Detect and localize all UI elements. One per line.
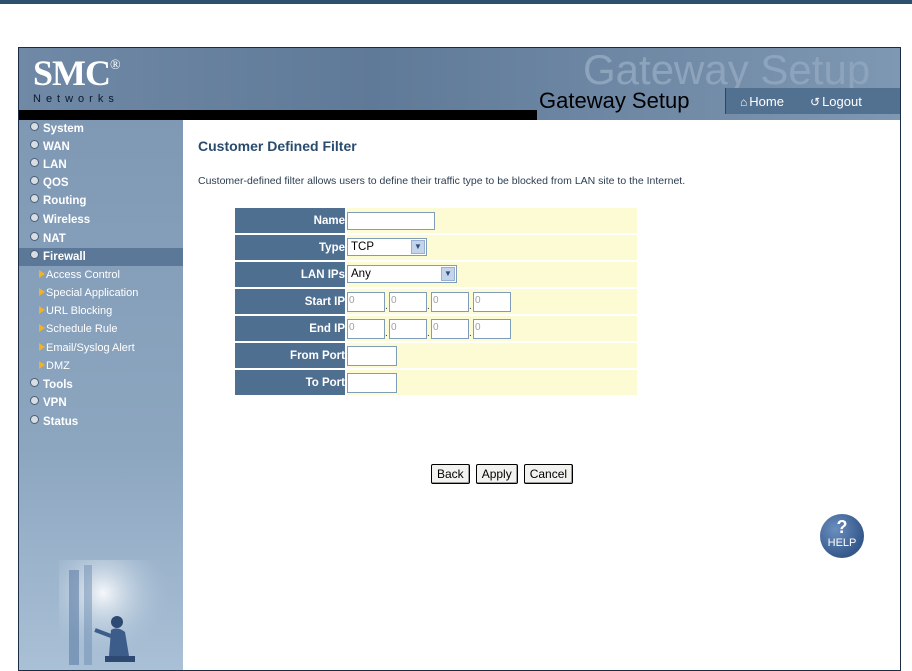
page-description: Customer-defined filter allows users to … — [198, 175, 686, 187]
end-ip-octet-4[interactable]: 0 — [473, 318, 511, 339]
help-label: HELP — [827, 537, 857, 549]
sidebar-item-nat[interactable]: NAT — [19, 230, 183, 248]
start-ip-octet-2[interactable]: 0 — [389, 291, 427, 312]
sidebar-subitem-schedule-rule[interactable]: Schedule Rule — [39, 321, 118, 337]
form-row-start-ip: Start IP 0.0.0.0 — [235, 289, 637, 314]
type-select[interactable]: TCP ▼ — [347, 238, 427, 257]
sidebar-subitem-access-control[interactable]: Access Control — [39, 267, 120, 283]
start-ip-label: Start IP — [235, 289, 347, 314]
sidebar-illustration — [59, 560, 169, 670]
help-button[interactable]: ? HELP — [820, 514, 864, 558]
to-port-label: To Port — [235, 370, 347, 395]
start-ip-octet-3[interactable]: 0 — [431, 291, 469, 312]
bullet-icon — [30, 378, 39, 388]
lan-ips-cell: Any ▼ — [347, 262, 637, 287]
name-cell — [347, 208, 637, 233]
arrow-right-icon — [39, 306, 45, 315]
home-link[interactable]: ⌂ Home — [740, 94, 784, 109]
sidebar-subitem-url-blocking[interactable]: URL Blocking — [39, 303, 112, 319]
bullet-icon — [30, 122, 39, 132]
lan-ips-label: LAN IPs — [235, 262, 347, 287]
chevron-down-icon: ▼ — [411, 240, 425, 255]
bullet-icon — [30, 232, 39, 242]
start-ip-octet-4[interactable]: 0 — [473, 291, 511, 312]
sidebar-item-wan[interactable]: WAN — [19, 138, 183, 156]
bullet-icon — [30, 415, 39, 425]
lan-ips-selected-value: Any — [351, 268, 371, 281]
form-row-to-port: To Port — [235, 370, 637, 395]
page-title: Customer Defined Filter — [198, 138, 357, 154]
app-window: SMC® Networks Gateway Setup Gateway Setu… — [18, 47, 901, 671]
type-label: Type — [235, 235, 347, 260]
end-ip-octet-1[interactable]: 0 — [347, 318, 385, 339]
apply-button[interactable]: Apply — [475, 464, 518, 484]
sidebar-subitem-special-application[interactable]: Special Application — [39, 285, 138, 301]
question-mark-icon: ? — [836, 517, 848, 537]
back-button[interactable]: Back — [431, 464, 470, 484]
from-port-cell — [347, 343, 637, 368]
sidebar-item-qos[interactable]: QOS — [19, 174, 183, 192]
lan-ips-select[interactable]: Any ▼ — [347, 265, 457, 284]
sidebar-item-lan[interactable]: LAN — [19, 156, 183, 174]
sidebar: System WAN LAN QOS Routing Wireless NAT … — [19, 120, 183, 670]
bullet-icon — [30, 213, 39, 223]
type-selected-value: TCP — [351, 241, 374, 254]
sidebar-item-system[interactable]: System — [19, 120, 183, 138]
to-port-cell — [347, 370, 637, 395]
form-row-from-port: From Port — [235, 343, 637, 368]
form-actions: Back Apply Cancel — [431, 464, 579, 484]
to-port-input[interactable] — [347, 372, 397, 393]
bullet-icon — [30, 396, 39, 406]
logout-link[interactable]: ↺ Logout — [810, 94, 862, 109]
arrow-right-icon — [39, 324, 45, 333]
form-row-lan-ips: LAN IPs Any ▼ — [235, 262, 637, 287]
smc-logo: SMC® — [33, 53, 121, 93]
sidebar-subitem-dmz[interactable]: DMZ — [39, 358, 70, 374]
start-ip-octet-1[interactable]: 0 — [347, 291, 385, 312]
header-divider — [19, 110, 537, 120]
from-port-input[interactable] — [347, 345, 397, 366]
sidebar-subitem-email-syslog-alert[interactable]: Email/Syslog Alert — [39, 340, 135, 356]
arrow-right-icon — [39, 343, 45, 352]
end-ip-octet-2[interactable]: 0 — [389, 318, 427, 339]
form-row-name: Name — [235, 208, 637, 233]
page-header-title: Gateway Setup — [539, 88, 690, 113]
sidebar-item-status[interactable]: Status — [19, 413, 183, 431]
arrow-right-icon — [39, 361, 45, 370]
name-label: Name — [235, 208, 347, 233]
sidebar-item-wireless[interactable]: Wireless — [19, 211, 183, 229]
start-ip-cell: 0.0.0.0 — [347, 289, 637, 314]
top-nav: ⌂ Home ↺ Logout — [725, 88, 900, 114]
end-ip-label: End IP — [235, 316, 347, 341]
sidebar-item-firewall[interactable]: Firewall — [19, 248, 183, 266]
header-watermark: Gateway Setup — [583, 47, 871, 93]
sidebar-item-tools[interactable]: Tools — [19, 376, 183, 394]
end-ip-octet-3[interactable]: 0 — [431, 318, 469, 339]
main-content: Customer Defined Filter Customer-defined… — [183, 120, 900, 670]
home-icon: ⌂ — [740, 95, 748, 109]
form-row-end-ip: End IP 0.0.0.0 — [235, 316, 637, 341]
bullet-icon — [30, 140, 39, 150]
filter-form: Name Type TCP ▼ LAN IPs Any ▼ Start IP 0… — [235, 206, 637, 397]
bullet-icon — [30, 176, 39, 186]
arrow-right-icon — [39, 270, 45, 279]
name-input[interactable] — [347, 212, 435, 230]
bullet-icon — [30, 158, 39, 168]
arrow-right-icon — [39, 288, 45, 297]
bullet-icon — [30, 250, 39, 260]
cancel-button[interactable]: Cancel — [523, 464, 574, 484]
header: SMC® Networks Gateway Setup Gateway Setu… — [19, 48, 900, 120]
top-rule — [0, 0, 912, 4]
logout-icon: ↺ — [810, 95, 821, 109]
brand-subtitle: Networks — [33, 93, 119, 105]
sidebar-item-routing[interactable]: Routing — [19, 192, 183, 210]
bullet-icon — [30, 194, 39, 204]
from-port-label: From Port — [235, 343, 347, 368]
chevron-down-icon: ▼ — [441, 267, 455, 282]
type-cell: TCP ▼ — [347, 235, 637, 260]
sidebar-item-vpn[interactable]: VPN — [19, 394, 183, 412]
form-row-type: Type TCP ▼ — [235, 235, 637, 260]
end-ip-cell: 0.0.0.0 — [347, 316, 637, 341]
